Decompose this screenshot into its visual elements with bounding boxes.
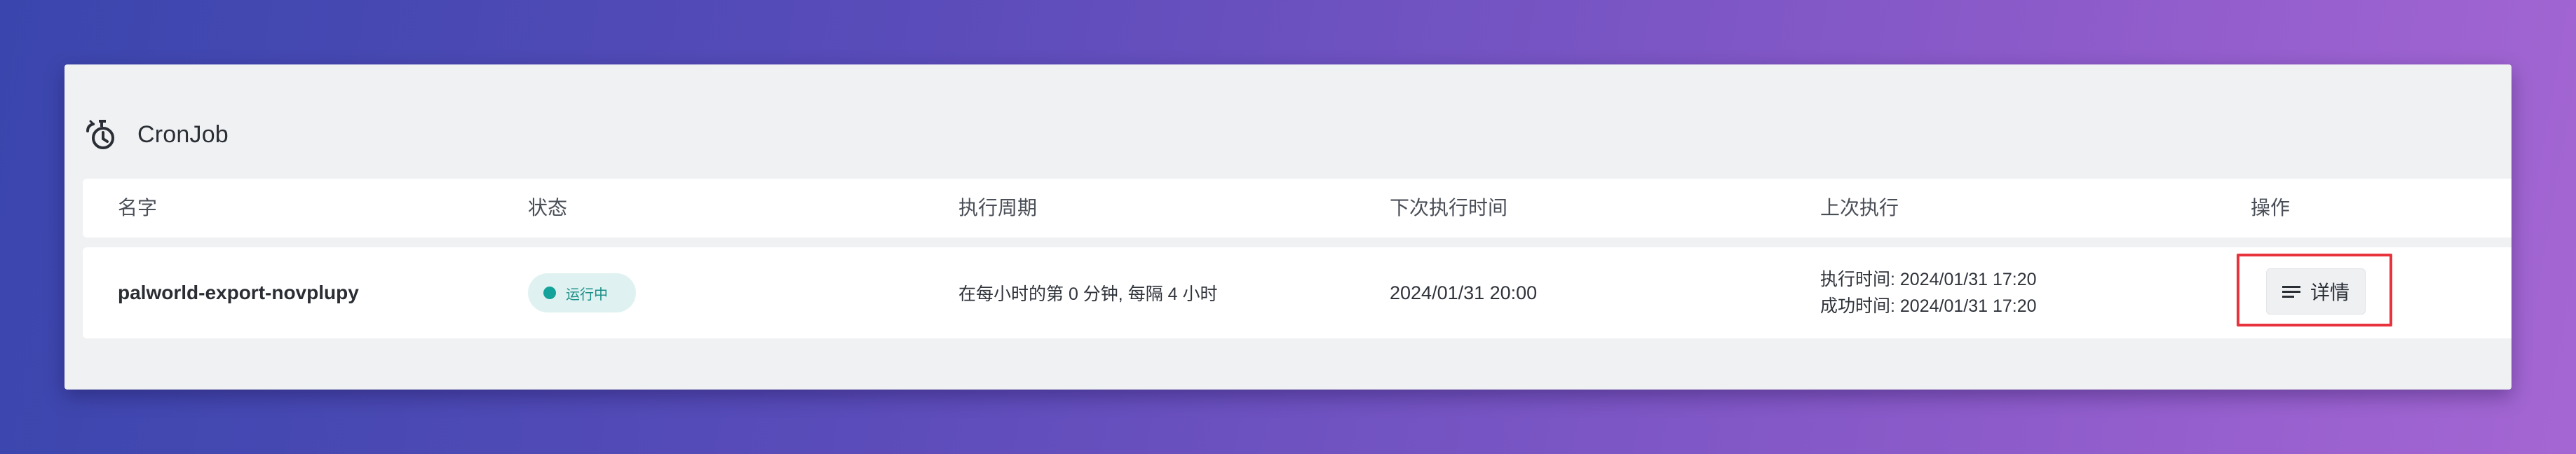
column-header-status: 状态 xyxy=(528,197,568,219)
detail-button-label: 详情 xyxy=(2310,282,2350,303)
cronjob-card: CronJob 名字 状态 执行周期 下次执行时间 上次执行 操作 palwor… xyxy=(65,64,2511,390)
table-row: palworld-export-novplupy 运行中 在每小时的第 0 分钟… xyxy=(83,247,2511,338)
column-header-action: 操作 xyxy=(2251,197,2291,219)
cell-next-run: 2024/01/31 20:00 xyxy=(1390,247,1537,338)
cronjob-table: 名字 状态 执行周期 下次执行时间 上次执行 操作 palworld-expor… xyxy=(83,179,2511,338)
cronjob-name: palworld-export-novplupy xyxy=(118,282,359,303)
status-label: 运行中 xyxy=(566,287,608,303)
detail-button[interactable]: 详情 xyxy=(2266,268,2366,315)
cell-period: 在每小时的第 0 分钟, 每隔 4 小时 xyxy=(958,247,1217,338)
cell-name: palworld-export-novplupy xyxy=(118,247,359,338)
cell-last-run: 执行时间: 2024/01/31 17:20 成功时间: 2024/01/31 … xyxy=(1820,247,2037,338)
status-dot-icon xyxy=(543,287,556,299)
schedule-text: 在每小时的第 0 分钟, 每隔 4 小时 xyxy=(958,284,1218,304)
list-icon xyxy=(2282,284,2300,298)
last-exec-time: 执行时间: 2024/01/31 17:20 xyxy=(1820,270,2037,289)
next-run-time: 2024/01/31 20:00 xyxy=(1390,282,1538,303)
column-header-period: 执行周期 xyxy=(958,197,1038,219)
cell-status: 运行中 xyxy=(528,247,636,338)
column-header-next-run: 下次执行时间 xyxy=(1390,197,1508,219)
last-run-info: 执行时间: 2024/01/31 17:20 成功时间: 2024/01/31 … xyxy=(1820,269,2037,317)
status-badge: 运行中 xyxy=(528,273,636,312)
cronjob-icon xyxy=(84,117,119,152)
last-success-time: 成功时间: 2024/01/31 17:20 xyxy=(1820,296,2037,316)
column-header-last-run: 上次执行 xyxy=(1820,197,1899,219)
column-header-name: 名字 xyxy=(118,197,158,219)
card-header: CronJob xyxy=(84,114,229,156)
table-header: 名字 状态 执行周期 下次执行时间 上次执行 操作 xyxy=(83,179,2511,238)
page-title: CronJob xyxy=(137,121,229,148)
